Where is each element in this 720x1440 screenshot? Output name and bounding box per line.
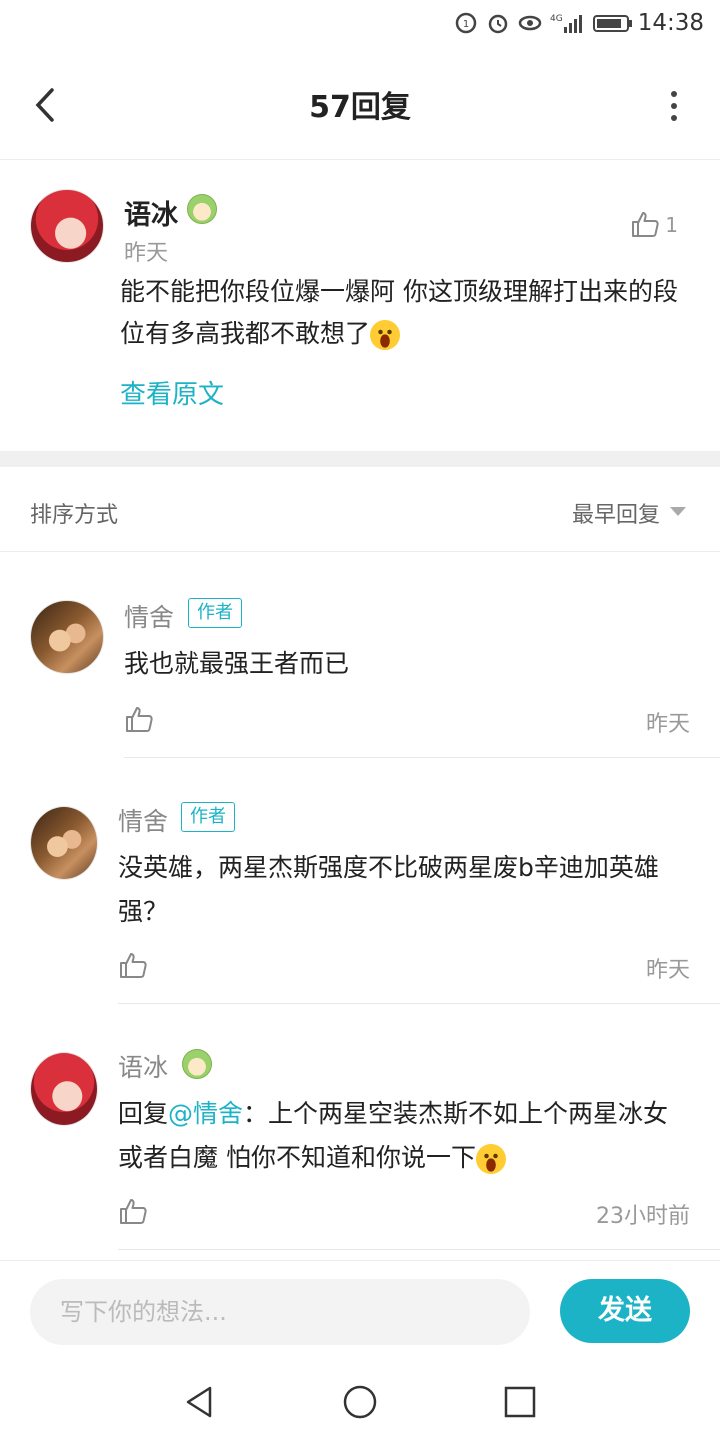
eye-icon: [518, 15, 542, 31]
comment-time: 昨天: [124, 241, 169, 266]
reply-text: 回复@情舍：上个两星空装杰斯不如上个两星冰女或者白魔 怕你不知道和你说一下: [118, 1099, 669, 1174]
signal-icon: 4G: [550, 14, 582, 33]
thumbs-up-icon[interactable]: [118, 950, 148, 980]
more-options-icon[interactable]: [664, 86, 684, 126]
reply-author[interactable]: 情舍: [124, 598, 174, 634]
nav-back-icon[interactable]: [180, 1382, 220, 1422]
section-divider: [0, 451, 720, 467]
view-original-link[interactable]: 查看原文: [120, 374, 224, 411]
reply-author[interactable]: 情舍: [118, 802, 168, 838]
level-badge-icon: [182, 1049, 212, 1079]
svg-text:4G: 4G: [550, 14, 563, 24]
avatar[interactable]: [30, 600, 104, 674]
level-badge-icon: [187, 194, 217, 224]
reply-text: 我也就最强王者而已: [124, 649, 350, 678]
status-icons: 1 4G: [454, 10, 634, 36]
system-nav-bar: [0, 1364, 720, 1440]
author-name[interactable]: 语冰: [124, 193, 178, 232]
sweat-smile-emoji-icon: [475, 1144, 506, 1174]
send-button[interactable]: 发送: [560, 1279, 690, 1343]
reply-text: 没英雄，两星杰斯强度不比破两星废b辛迪加英雄强？: [118, 853, 659, 926]
thumbs-up-icon[interactable]: [124, 704, 154, 734]
divider: [118, 1249, 720, 1250]
page-title: 57回复: [309, 90, 411, 125]
dropdown-arrow-icon[interactable]: [670, 507, 686, 516]
reply-time: 23小时前: [596, 1204, 690, 1229]
status-bar: 1 4G 14:38: [0, 0, 720, 50]
main-comment: 语冰 昨天 1 能不能把你段位爆一爆阿 你这顶级理解打出来的段位有多高我都不敢想…: [0, 161, 720, 451]
comment-input[interactable]: 写下你的想法...: [30, 1279, 530, 1345]
avatar[interactable]: [30, 189, 104, 263]
alarm-icon: [488, 14, 508, 34]
nav-recents-icon[interactable]: [500, 1382, 540, 1422]
svg-text:1: 1: [463, 19, 469, 30]
reply-time: 昨天: [645, 712, 690, 737]
battery-icon: [593, 15, 632, 32]
author-tag: 作者: [188, 598, 242, 628]
nav-home-icon[interactable]: [340, 1382, 380, 1422]
comment-text: 能不能把你段位爆一爆阿 你这顶级理解打出来的段位有多高我都不敢想了: [120, 277, 678, 350]
mention-link[interactable]: @情舍: [168, 1099, 243, 1128]
reply-item: 情舍 作者 我也就最强王者而已 昨天: [0, 552, 720, 758]
data-saver-icon: 1: [455, 12, 477, 34]
author-tag: 作者: [181, 802, 235, 832]
sort-bar: 排序方式 最早回复: [0, 467, 720, 552]
top-nav: 57回复: [0, 50, 720, 160]
sweat-smile-emoji-icon: [370, 320, 401, 350]
sort-label: 排序方式: [30, 503, 119, 528]
like-count: 1: [665, 213, 678, 237]
comment-input-bar: 写下你的想法... 发送: [0, 1260, 720, 1364]
reply-item: 语冰 回复@情舍：上个两星空装杰斯不如上个两星冰女或者白魔 怕你不知道和你说一下…: [0, 1004, 720, 1250]
thumbs-up-icon[interactable]: [630, 209, 660, 239]
reply-time: 昨天: [645, 958, 690, 983]
thumbs-up-icon[interactable]: [118, 1196, 148, 1226]
avatar[interactable]: [30, 806, 98, 880]
avatar[interactable]: [30, 1052, 98, 1126]
reply-item: 情舍 作者 没英雄，两星杰斯强度不比破两星废b辛迪加英雄强？ 昨天: [0, 758, 720, 1004]
reply-author[interactable]: 语冰: [118, 1048, 168, 1084]
sort-dropdown[interactable]: 最早回复: [572, 497, 660, 529]
clock: 14:38: [637, 10, 704, 36]
